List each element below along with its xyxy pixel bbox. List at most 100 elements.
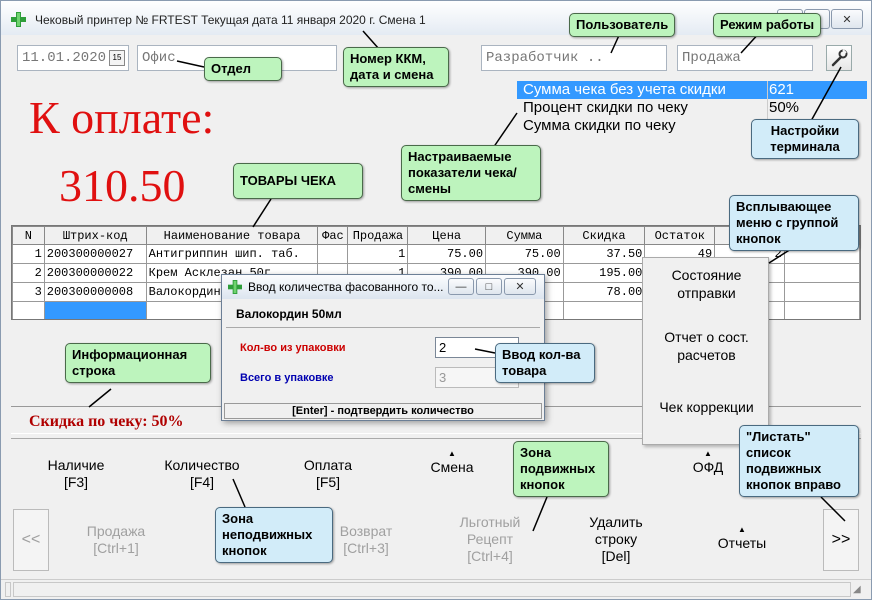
user-field[interactable]: Разработчик .. [481, 45, 667, 71]
info-line-text: Скидка по чеку: 50% [29, 413, 184, 430]
resize-grip-icon[interactable]: ◢ [853, 584, 861, 595]
scroll-right-button[interactable]: >> [823, 509, 859, 571]
cell: 37.50 [562, 244, 646, 264]
cell [12, 301, 45, 319]
cell: 78.00 [562, 282, 646, 302]
close-icon: ✕ [842, 13, 852, 26]
callout-info: Информационная строка [65, 343, 211, 383]
pharmacy-cross-icon [11, 12, 26, 27]
button-label: Количество [164, 457, 240, 473]
callout-fixed: Зона неподвижных кнопок [215, 507, 333, 563]
menu-item-send-status[interactable]: Состояние отправки [643, 266, 770, 302]
cell: 200300000027 [43, 244, 147, 264]
button-hotkey: [Ctrl+3] [343, 540, 389, 556]
button-label: Возврат [339, 523, 393, 539]
dialog-maximize-button[interactable]: □ [476, 278, 502, 295]
cell: 1 [12, 244, 45, 264]
indicator-row[interactable]: Процент скидки по чеку 50% [517, 99, 867, 117]
indicator-row[interactable]: Сумма чека без учета скидки 621 [517, 81, 867, 99]
callout-scroll: "Листать" список подвижных кнопок вправо [739, 425, 859, 497]
sale-button[interactable]: Продажа [Ctrl+1] [61, 523, 171, 557]
mode-value: Продажа [682, 50, 741, 66]
button-label: Смена [430, 459, 474, 475]
cell [562, 301, 646, 319]
dialog-footer: [Enter] - подтвердить количество [224, 403, 542, 419]
column-header[interactable]: Фас [317, 226, 349, 245]
button-hotkey: [F3] [63, 474, 89, 490]
scroll-left-icon: << [21, 531, 41, 548]
total-label: Всего в упаковке [240, 372, 334, 384]
callout-moving: Зона подвижных кнопок [513, 441, 609, 497]
callout-department: Отдел [204, 57, 282, 81]
main-window: Чековый принтер № FRTEST Текущая дата 11… [0, 0, 872, 600]
qty-label: Кол-во из упаковки [240, 342, 346, 354]
reports-button[interactable]: ▲ Отчеты [687, 525, 797, 552]
delete-row-button[interactable]: Удалить строку [Del] [561, 514, 671, 565]
dialog-minimize-button[interactable]: — [448, 278, 474, 295]
cell: 200300000022 [43, 263, 147, 283]
department-value: Офис [142, 50, 176, 66]
callout-user: Пользователь [569, 13, 676, 37]
user-value: Разработчик .. [486, 50, 604, 66]
cell: Антигриппин шип. таб. [145, 244, 319, 264]
menu-arrow-icon: ▲ [448, 449, 456, 458]
button-hotkey: [F5] [315, 474, 341, 490]
column-header[interactable]: Цена [407, 226, 487, 245]
button-hotkey: [F4] [189, 474, 215, 490]
mode-field[interactable]: Продажа [677, 45, 813, 71]
close-button[interactable]: ✕ [831, 9, 863, 29]
column-header[interactable]: Скидка [562, 226, 646, 245]
column-header[interactable]: Остаток [644, 226, 716, 245]
column-header[interactable]: Сумма [485, 226, 564, 245]
cell [317, 244, 349, 264]
cell: 75.00 [485, 244, 564, 264]
cell-active[interactable] [43, 301, 147, 319]
status-bar: ◢ [1, 579, 871, 599]
callout-mode: Режим работы [713, 13, 822, 37]
cell: 75.00 [407, 244, 487, 264]
cell [783, 263, 860, 283]
menu-item-correction-check[interactable]: Чек коррекции [643, 398, 770, 416]
callout-kkm: Номер ККМ, дата и смена [343, 47, 449, 87]
settings-button[interactable] [826, 45, 852, 71]
maximize-icon: □ [485, 280, 493, 293]
column-header[interactable]: Продажа [347, 226, 409, 245]
column-header[interactable]: N [12, 226, 45, 245]
indicator-label: Сумма чека без учета скидки [523, 81, 726, 98]
popup-menu: Состояние отправки Отчет о сост. расчето… [642, 257, 769, 445]
payment-button[interactable]: Оплата [F5] [273, 457, 383, 491]
calendar-icon[interactable]: 15 [109, 50, 125, 66]
button-label: ОФД [692, 459, 724, 475]
callout-goods: ТОВАРЫ ЧЕКА [233, 163, 363, 199]
button-label: Наличие [47, 457, 105, 473]
menu-item-settlement-report[interactable]: Отчет о сост. расчетов [643, 328, 770, 364]
wrench-icon [831, 49, 848, 67]
button-hotkey: [Ctrl+1] [93, 540, 139, 556]
callout-settings: Настройки терминала [751, 119, 859, 159]
preferential-recipe-button[interactable]: Льготный Рецепт [Ctrl+4] [435, 514, 545, 565]
button-label: Отчеты [717, 535, 767, 551]
cell [783, 301, 860, 319]
column-header[interactable]: Наименование товара [145, 226, 319, 245]
shift-button[interactable]: ▲ Смена [397, 449, 507, 476]
dialog-close-button[interactable]: ✕ [504, 278, 536, 295]
date-value: 11.01.2020 [22, 50, 107, 66]
scroll-left-button[interactable]: << [13, 509, 49, 571]
column-header[interactable]: Штрих-код [43, 226, 147, 245]
callout-qty: Ввод кол-ва товара [495, 343, 595, 383]
scroll-right-icon: >> [831, 531, 851, 548]
window-title: Чековый принтер № FRTEST Текущая дата 11… [35, 13, 426, 27]
quantity-button[interactable]: Количество [F4] [147, 457, 257, 491]
indicator-value: 50% [769, 99, 800, 116]
payment-amount: 310.50 [59, 160, 186, 211]
cell: 2 [12, 263, 45, 283]
availability-button[interactable]: Наличие [F3] [21, 457, 131, 491]
menu-arrow-icon: ▲ [738, 525, 746, 534]
dialog-title: Ввод количества фасованного то... [248, 280, 444, 294]
dialog-title-bar[interactable]: Ввод количества фасованного то... — □ ✕ [222, 275, 544, 299]
callout-popup: Всплывающее меню с группой кнопок [729, 195, 859, 251]
minimize-icon: — [455, 280, 467, 293]
button-label: Оплата [303, 457, 353, 473]
button-label: Льготный [459, 514, 521, 530]
close-icon: ✕ [515, 281, 525, 293]
